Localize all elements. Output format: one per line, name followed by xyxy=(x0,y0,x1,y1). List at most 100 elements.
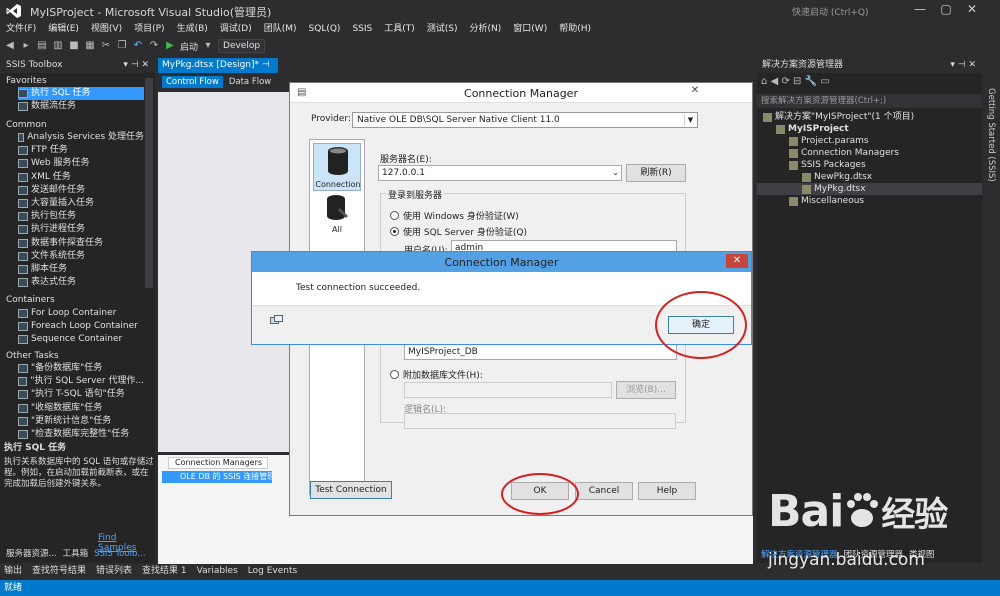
refresh-button[interactable]: 刷新(R) xyxy=(626,164,686,182)
collapse-icon[interactable]: ⊟ xyxy=(793,76,801,87)
show-all-icon[interactable]: ▭ xyxy=(820,76,829,87)
browse-button[interactable]: 浏览(B)... xyxy=(616,381,676,399)
common-item[interactable]: 执行包任务 xyxy=(18,210,144,223)
start-icon[interactable]: ▶ xyxy=(164,40,176,52)
configuration-dropdown[interactable]: Develop xyxy=(218,39,266,53)
attach-db-path-input[interactable] xyxy=(404,382,612,398)
help-button[interactable]: Help xyxy=(638,482,696,500)
bottom-tab-3[interactable]: 查找结果 1 xyxy=(142,564,187,580)
dialog-close-icon[interactable]: ✕ xyxy=(685,85,705,99)
solution-tree-item[interactable]: Connection Managers xyxy=(757,147,982,159)
tab-control-flow[interactable]: Control Flow xyxy=(162,75,223,88)
server-dropdown-icon[interactable]: ⌄ xyxy=(612,166,619,180)
pin-icon[interactable]: ▾ ⊣ ✕ xyxy=(123,58,149,73)
bottom-tab-5[interactable]: Log Events xyxy=(248,564,297,580)
other-item[interactable]: "收缩数据库"任务 xyxy=(18,402,144,415)
logical-name-input[interactable] xyxy=(404,413,676,429)
solution-tree-item[interactable]: MyPkg.dtsx xyxy=(757,183,982,195)
minimize-icon[interactable]: — xyxy=(910,2,930,16)
connection-manager-item[interactable]: OLE DB 的 SSIS 连接管理器 xyxy=(162,471,272,483)
containers-item[interactable]: Foreach Loop Container xyxy=(18,320,144,333)
common-item[interactable]: Analysis Services 处理任务 xyxy=(18,131,144,144)
common-item[interactable]: 文件系统任务 xyxy=(18,250,144,263)
database-name-input[interactable]: MyISProject_DB xyxy=(404,344,677,360)
left-tab-0[interactable]: 服务器资源... xyxy=(6,548,57,561)
bottom-tab-1[interactable]: 查找符号结果 xyxy=(32,564,86,580)
menu-item-8[interactable]: SSIS xyxy=(346,22,378,36)
common-item[interactable]: 发送邮件任务 xyxy=(18,184,144,197)
chevron-down-icon[interactable]: ▼ xyxy=(684,114,696,126)
provider-select[interactable]: Native OLE DB\SQL Server Native Client 1… xyxy=(352,112,698,128)
toolbox-group-1[interactable]: Common xyxy=(6,120,47,130)
other-item[interactable]: "更新统计信息"任务 xyxy=(18,415,144,428)
open-icon[interactable]: ▥ xyxy=(52,40,64,52)
toolbox-scrollbar[interactable] xyxy=(145,78,153,288)
side-nav-all[interactable]: All xyxy=(313,194,361,234)
refresh-icon[interactable]: ⟳ xyxy=(781,76,789,87)
common-item[interactable]: XML 任务 xyxy=(18,171,144,184)
close-icon[interactable]: ✕ xyxy=(962,2,982,16)
common-item[interactable]: FTP 任务 xyxy=(18,144,144,157)
copy-icon[interactable]: ❐ xyxy=(116,40,128,52)
solution-tree-item[interactable]: MyISProject xyxy=(757,123,982,135)
panel-controls-icon[interactable]: ▾ ⊣ ✕ xyxy=(950,58,976,73)
properties-icon[interactable]: 🔧 xyxy=(805,76,817,87)
solution-tree-item[interactable]: SSIS Packages xyxy=(757,159,982,171)
new-project-icon[interactable]: ▤ xyxy=(36,40,48,52)
other-item[interactable]: "执行 T-SQL 语句"任务 xyxy=(18,388,144,401)
home-icon[interactable]: ⌂ xyxy=(761,76,767,87)
solution-tree-item[interactable]: Project.params xyxy=(757,135,982,147)
solution-tree-item[interactable]: NewPkg.dtsx xyxy=(757,171,982,183)
menu-item-2[interactable]: 视图(V) xyxy=(85,22,128,36)
other-item[interactable]: "执行 SQL Server 代理作... xyxy=(18,375,144,388)
attach-db-radio[interactable]: 附加数据库文件(H): xyxy=(390,368,483,381)
getting-started-tab[interactable]: Getting Started (SSIS) xyxy=(986,88,996,182)
menu-item-7[interactable]: SQL(Q) xyxy=(303,22,347,36)
left-tab-1[interactable]: 工具箱 xyxy=(63,548,89,561)
solution-search-input[interactable]: 搜索解决方案资源管理器(Ctrl+;) xyxy=(757,94,982,108)
toolbox-group-2[interactable]: Containers xyxy=(6,295,55,305)
cancel-button[interactable]: Cancel xyxy=(575,482,633,500)
start-dropdown-icon[interactable]: ▾ xyxy=(202,40,214,52)
solution-tree-item[interactable]: Miscellaneous xyxy=(757,195,982,207)
document-tab[interactable]: MyPkg.dtsx [Design]* ⊣ ✕ xyxy=(158,58,278,85)
menu-item-3[interactable]: 项目(P) xyxy=(128,22,170,36)
save-icon[interactable]: ■ xyxy=(68,40,80,52)
bottom-tab-2[interactable]: 错误列表 xyxy=(96,564,132,580)
favorites-item[interactable]: 执行 SQL 任务 xyxy=(18,87,144,100)
common-item[interactable]: 数据事件探查任务 xyxy=(18,237,144,250)
sql-auth-radio[interactable]: 使用 SQL Server 身份验证(Q) xyxy=(390,225,527,238)
other-item[interactable]: "检查数据库完整性"任务 xyxy=(18,428,144,441)
bottom-tab-0[interactable]: 输出 xyxy=(4,564,22,580)
success-dialog-close-icon[interactable]: ✕ xyxy=(726,254,748,268)
forward-icon[interactable]: ▸ xyxy=(20,40,32,52)
side-nav-connection[interactable]: Connection xyxy=(313,143,361,191)
menu-item-10[interactable]: 测试(S) xyxy=(421,22,464,36)
menu-item-12[interactable]: 窗口(W) xyxy=(507,22,553,36)
windows-auth-radio[interactable]: 使用 Windows 身份验证(W) xyxy=(390,209,519,222)
server-name-combo[interactable]: 127.0.0.1 ⌄ xyxy=(378,165,622,181)
solution-tree-item[interactable]: 解决方案"MyISProject"(1 个项目) xyxy=(757,111,982,123)
connection-managers-tab[interactable]: Connection Managers xyxy=(168,457,268,469)
maximize-icon[interactable]: ▢ xyxy=(936,2,956,16)
menu-item-1[interactable]: 编辑(E) xyxy=(42,22,85,36)
favorites-item[interactable]: 数据流任务 xyxy=(18,100,144,113)
test-connection-button[interactable]: Test Connection xyxy=(310,481,392,499)
common-item[interactable]: 执行进程任务 xyxy=(18,223,144,236)
copy-message-icon[interactable] xyxy=(270,315,284,325)
menu-item-9[interactable]: 工具(T) xyxy=(378,22,421,36)
common-item[interactable]: 表达式任务 xyxy=(18,276,144,289)
back-icon[interactable]: ◀ xyxy=(4,40,16,52)
common-item[interactable]: 脚本任务 xyxy=(18,263,144,276)
menu-item-5[interactable]: 调试(D) xyxy=(214,22,258,36)
menu-item-0[interactable]: 文件(F) xyxy=(0,22,42,36)
undo-icon[interactable]: ↶ xyxy=(132,40,144,52)
other-item[interactable]: "备份数据库"任务 xyxy=(18,362,144,375)
common-item[interactable]: 大容量插入任务 xyxy=(18,197,144,210)
quick-launch-input[interactable]: 快速启动 (Ctrl+Q) xyxy=(792,5,869,18)
back-icon[interactable]: ◀ xyxy=(771,76,779,87)
left-tab-2[interactable]: SSIS Toolb... xyxy=(94,548,145,561)
toolbox-group-0[interactable]: Favorites xyxy=(6,76,47,86)
start-button[interactable]: 启动 xyxy=(180,40,198,53)
bottom-tab-4[interactable]: Variables xyxy=(197,564,238,580)
